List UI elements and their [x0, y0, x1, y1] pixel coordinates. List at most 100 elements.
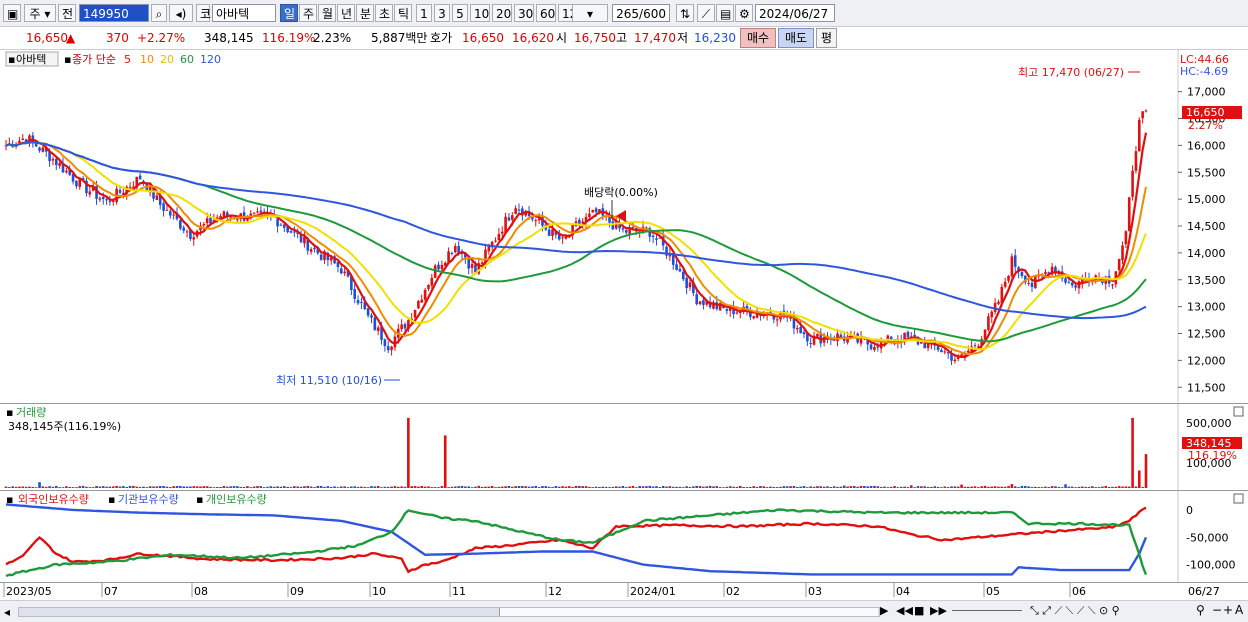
ma-line-5 [5, 132, 1148, 359]
draw-tool-icon[interactable]: ⟋ [697, 4, 715, 22]
volume-bar [487, 486, 491, 488]
bar-count-field[interactable]: 265/600 [612, 4, 670, 22]
volume-bar [648, 485, 652, 488]
candle-body [621, 228, 625, 230]
chart-menu-icon[interactable]: ▣ [3, 4, 21, 22]
volume-bar [18, 486, 21, 488]
current-price: 16,650 [26, 31, 68, 45]
candle-body [1131, 170, 1134, 197]
volume-bar [413, 486, 417, 488]
candle-body [507, 217, 511, 221]
buy-button[interactable]: 매수 [740, 28, 777, 48]
volume-chart[interactable]: ▪ 거래량 348,145주(116.19%) 500,000 100,000 … [0, 404, 1248, 490]
stock-name-field[interactable]: 아바텍 [212, 4, 276, 22]
volume-bar [896, 487, 900, 488]
volume-bar [618, 486, 621, 488]
interval-button-60[interactable]: 60 [536, 4, 556, 22]
candle-body [936, 346, 940, 350]
search-icon[interactable]: ⌕ [151, 4, 167, 22]
candle-body [1064, 278, 1067, 283]
volume-bar [464, 486, 467, 488]
period-button-2[interactable]: 월 [318, 4, 336, 22]
forward-icon[interactable]: ▶▶ [930, 604, 947, 617]
candle-body [990, 311, 994, 318]
volume-bar [363, 486, 367, 488]
volume-bar [1094, 487, 1098, 488]
volume-bar [276, 486, 279, 488]
zoom-out-icon[interactable]: ⚲ [1196, 603, 1205, 617]
candle-body [987, 316, 990, 330]
x-tick-label: 10 [372, 585, 386, 598]
volume-bar [339, 486, 343, 488]
volume-bar [1127, 486, 1131, 488]
volume-bar [785, 486, 789, 488]
volume-bar [983, 485, 987, 488]
candle-body [313, 247, 316, 250]
save-icon[interactable]: ▤ [716, 4, 734, 22]
volume-bar [269, 486, 273, 488]
candle-body [906, 331, 910, 338]
period-button-1[interactable]: 주 [299, 4, 317, 22]
candle-body [168, 211, 172, 216]
volume-bar [138, 486, 142, 488]
scroll-left-icon[interactable]: ◂ [4, 605, 14, 619]
price-chart[interactable]: 17,00016,50016,00015,50015,00014,50014,0… [0, 50, 1248, 402]
period-button-3[interactable]: 년 [337, 4, 355, 22]
sell-button[interactable]: 매도 [778, 28, 815, 48]
volume-bar [852, 486, 856, 488]
x-tick-label: 2024/01 [630, 585, 676, 598]
period-button-6[interactable]: 틱 [394, 4, 412, 22]
settings-icon[interactable]: ⚙ [735, 4, 753, 22]
candle-body [775, 319, 779, 321]
holdings-chart[interactable]: ▪ 외국인보유수량 ▪ 기관보유수량 ▪ 개인보유수량 0 -50,000 -100… [0, 491, 1248, 583]
volume-bar [588, 486, 591, 488]
volume-bar [742, 486, 745, 488]
period-button-0[interactable]: 일 [280, 4, 298, 22]
price-tick-label: 15,000 [1187, 193, 1226, 206]
interval-button-20[interactable]: 20 [492, 4, 512, 22]
dividend-annotation: 배당락(0.00%) [584, 186, 658, 199]
zoom-tools-icon[interactable]: ⤡ ⤢ ⟋ ⟍ ⟋ ⟍ ⊙ ⚲ [1030, 604, 1120, 618]
volume-bar [956, 486, 960, 488]
zoom-slider[interactable] [952, 610, 1022, 611]
stock-code-input[interactable]: 149950 [79, 4, 149, 22]
date-field[interactable]: 2024/06/27 ▦ [755, 4, 835, 39]
stock-type-tag: 코 [196, 4, 211, 22]
period-button-5[interactable]: 초 [375, 4, 393, 22]
price-tick-label: 11,500 [1187, 381, 1226, 394]
minus-icon[interactable]: − [1212, 603, 1222, 617]
volume-bar [289, 487, 293, 488]
interval-button-1[interactable]: 1 [416, 4, 432, 22]
volume-bar [91, 487, 95, 488]
scroll-track[interactable] [18, 607, 880, 617]
prev-button[interactable]: 전 [58, 4, 76, 22]
volume-close-icon[interactable] [1233, 406, 1244, 417]
interval-button-5[interactable]: 5 [452, 4, 468, 22]
holdings-close-icon[interactable] [1233, 493, 1244, 504]
volume-bar [893, 486, 896, 488]
rewind-icon[interactable]: ◀◀ [896, 604, 913, 617]
plus-icon[interactable]: + [1223, 603, 1233, 617]
interval-button-3[interactable]: 3 [434, 4, 450, 22]
speaker-icon[interactable]: ◂) [169, 4, 193, 22]
volume-bar [232, 486, 236, 488]
candle-body [1121, 245, 1124, 261]
volume-bar [782, 486, 786, 488]
volume-bar [802, 485, 806, 488]
volume-bar [380, 487, 383, 488]
avg-button[interactable]: 평 [816, 28, 838, 48]
candle-body [795, 327, 799, 330]
font-size-icon[interactable]: A [1235, 603, 1243, 617]
volume-bar [14, 486, 18, 488]
market-select[interactable]: 주 ▾ [24, 4, 56, 22]
interval-button-10[interactable]: 10 [470, 4, 490, 22]
scroll-thumb[interactable] [499, 608, 878, 616]
interval-button-30[interactable]: 30 [514, 4, 534, 22]
play-icon[interactable]: ▶ [880, 604, 888, 617]
stop-icon[interactable]: ■ [914, 604, 924, 617]
interval-custom-select[interactable]: ▾ [572, 4, 608, 22]
volume-bar [564, 486, 568, 488]
x-tick-label: 11 [452, 585, 466, 598]
period-button-4[interactable]: 분 [356, 4, 374, 22]
chart-type-icon[interactable]: ⇅ [676, 4, 694, 22]
